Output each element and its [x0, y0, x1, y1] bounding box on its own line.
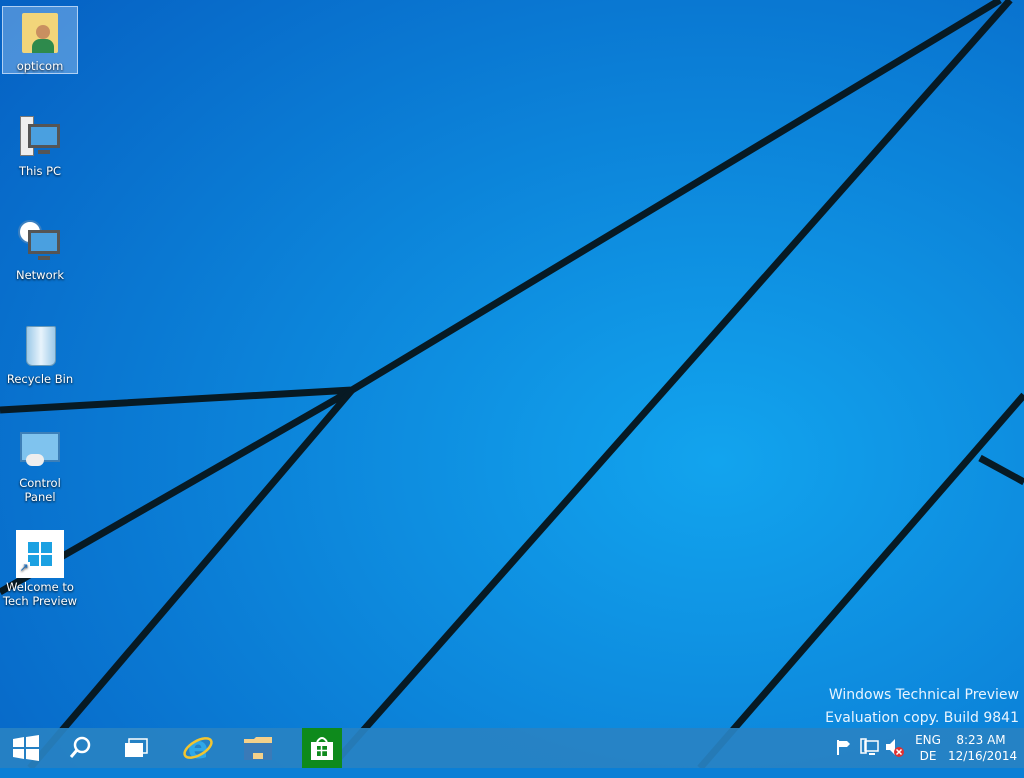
desktop-icon-opticom[interactable]: opticom: [2, 6, 78, 74]
network-status-icon: [860, 738, 879, 755]
clock[interactable]: 8:23 AM 12/16/2014: [948, 728, 1018, 768]
wallpaper: [0, 0, 1024, 768]
search-icon: [69, 736, 91, 758]
desktop-icon-control-panel[interactable]: Control Panel: [2, 424, 78, 504]
desktop-icon-network[interactable]: Network: [2, 216, 78, 282]
store-button[interactable]: [302, 728, 342, 768]
taskbar: e ENG DE 8:23 AM 12/16/2014: [0, 728, 1024, 768]
watermark-line2: Evaluation copy. Build 9841: [825, 710, 1019, 726]
volume-tray-button[interactable]: [884, 738, 906, 778]
desktop-icon-recycle-bin[interactable]: Recycle Bin: [2, 320, 78, 386]
desktop-icon-label: Recycle Bin: [6, 372, 74, 386]
task-view-icon: [125, 738, 148, 757]
keyboard-layout: DE: [919, 749, 937, 763]
network-tray-button[interactable]: [860, 738, 880, 778]
file-explorer-icon: [244, 737, 272, 760]
user-folder-icon: [16, 9, 64, 57]
flag-icon: [837, 740, 850, 755]
watermark: Windows Technical Preview Evaluation cop…: [825, 684, 1019, 730]
task-view-button[interactable]: [110, 728, 162, 768]
volume-muted-icon: [886, 739, 904, 757]
internet-explorer-icon: e: [183, 732, 213, 764]
desktop-icon-label: This PC: [18, 164, 62, 178]
desktop-icon-this-pc[interactable]: This PC: [2, 112, 78, 178]
desktop-icon-welcome[interactable]: ↗ Welcome to Tech Preview: [2, 528, 78, 608]
search-button[interactable]: [54, 728, 106, 768]
desktop-icon-label: opticom: [16, 59, 64, 73]
start-icon: [13, 735, 39, 761]
clock-date: 12/16/2014: [948, 749, 1018, 763]
computer-icon: [16, 114, 64, 162]
start-button[interactable]: [0, 728, 52, 768]
recycle-bin-icon: [16, 322, 64, 370]
store-icon: [311, 737, 333, 760]
desktop-icon-label: Control Panel: [19, 476, 61, 504]
language-indicator[interactable]: ENG DE: [910, 728, 946, 768]
desktop-icon-label: Welcome to Tech Preview: [2, 580, 78, 608]
file-explorer-button[interactable]: [232, 728, 284, 768]
watermark-line1: Windows Technical Preview: [828, 687, 1019, 703]
network-icon: [16, 218, 64, 266]
action-center-button[interactable]: [836, 738, 854, 778]
internet-explorer-button[interactable]: e: [172, 728, 224, 768]
svg-text:e: e: [188, 732, 208, 764]
language-code: ENG: [915, 733, 941, 747]
control-panel-icon: [16, 426, 64, 474]
windows-shortcut-icon: ↗: [16, 530, 64, 578]
desktop-icon-label: Network: [15, 268, 65, 282]
clock-time: 8:23 AM: [956, 733, 1006, 747]
